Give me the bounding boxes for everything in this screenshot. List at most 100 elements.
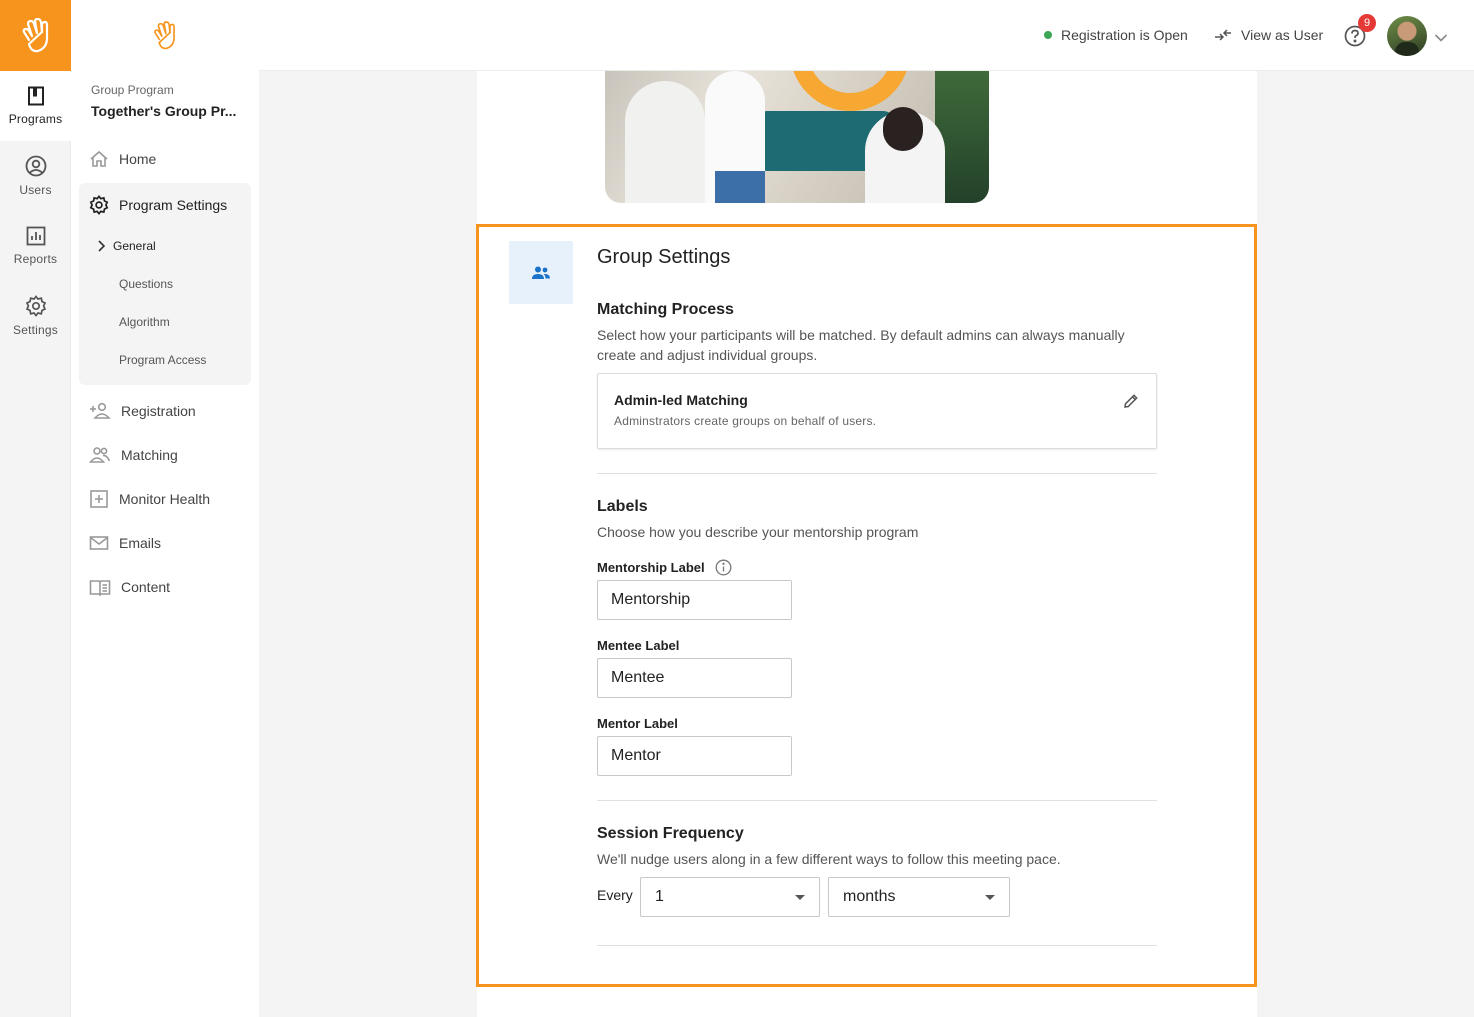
sidebar-item-label: Registration bbox=[121, 403, 196, 419]
labels-heading: Labels bbox=[597, 498, 648, 515]
mentor-label-title: Mentor Label bbox=[597, 716, 678, 731]
sidebar-subitem-label: Algorithm bbox=[119, 315, 170, 329]
account-menu-toggle[interactable] bbox=[1434, 30, 1448, 48]
sidebar-item-label: Emails bbox=[119, 535, 162, 551]
waving-hand-icon bbox=[22, 17, 48, 52]
program-type-caption: Group Program bbox=[91, 83, 174, 97]
user-circle-icon bbox=[25, 155, 46, 177]
rail-item-settings[interactable]: Settings bbox=[0, 281, 71, 351]
rail-item-reports[interactable]: Reports bbox=[0, 211, 71, 281]
bar-chart-icon bbox=[26, 226, 45, 246]
chevron-down-icon bbox=[1434, 34, 1448, 42]
waving-hand-icon bbox=[154, 20, 175, 49]
program-settings-group: Program Settings General Questions Algor… bbox=[79, 183, 251, 385]
sidebar-item-registration[interactable]: Registration bbox=[79, 389, 251, 433]
program-sidebar: Group Program Together's Group Pr... Hom… bbox=[71, 0, 259, 1017]
divider bbox=[597, 473, 1157, 474]
people-icon bbox=[532, 266, 550, 279]
group-settings-icon-tile bbox=[509, 241, 573, 304]
matching-option-card[interactable]: Admin-led Matching Adminstrators create … bbox=[597, 373, 1157, 449]
program-cover-image bbox=[605, 71, 989, 203]
sidebar-item-label: Matching bbox=[121, 447, 178, 463]
sidebar-item-label: Home bbox=[119, 151, 157, 167]
left-rail: Programs Users Reports Settings bbox=[0, 0, 71, 1017]
mentor-label-input[interactable] bbox=[597, 736, 792, 776]
view-as-user-button[interactable]: View as User bbox=[1214, 27, 1323, 43]
divider bbox=[597, 945, 1157, 946]
program-name: Together's Group Pr... bbox=[91, 103, 237, 119]
top-bar: Registration is Open View as User 9 bbox=[259, 0, 1474, 71]
gear-icon bbox=[89, 195, 109, 215]
section-title: Group Settings bbox=[597, 246, 731, 268]
sidebar-subitem-questions[interactable]: Questions bbox=[79, 265, 251, 303]
sidebar-item-program-settings[interactable]: Program Settings bbox=[79, 183, 251, 227]
pencil-icon bbox=[1124, 394, 1138, 408]
mail-icon bbox=[89, 536, 109, 550]
sidebar-logo bbox=[71, 0, 259, 71]
chevron-right-icon bbox=[98, 240, 105, 252]
registration-status-text: Registration is Open bbox=[1061, 27, 1188, 43]
sidebar-subitem-label: Questions bbox=[119, 277, 174, 291]
sidebar-item-monitor-health[interactable]: Monitor Health bbox=[79, 477, 251, 521]
sidebar-item-label: Program Settings bbox=[119, 197, 228, 213]
add-user-icon bbox=[90, 402, 111, 419]
mentee-label-input[interactable] bbox=[597, 658, 792, 698]
select-value: months bbox=[843, 888, 896, 905]
info-icon[interactable] bbox=[715, 559, 732, 576]
frequency-count-select[interactable]: 1 bbox=[640, 877, 820, 917]
sidebar-subitem-label: Program Access bbox=[119, 353, 207, 367]
select-value: 1 bbox=[655, 888, 664, 905]
sidebar-item-label: Content bbox=[121, 579, 171, 595]
people-icon bbox=[89, 447, 111, 463]
mentorship-label-input[interactable] bbox=[597, 580, 792, 620]
field-label-text: Mentorship Label bbox=[597, 560, 705, 575]
sidebar-subitem-algorithm[interactable]: Algorithm bbox=[79, 303, 251, 341]
matching-option-title: Admin-led Matching bbox=[614, 392, 748, 408]
gear-icon bbox=[25, 295, 46, 317]
registration-status: Registration is Open bbox=[1044, 27, 1188, 43]
avatar[interactable] bbox=[1387, 16, 1427, 56]
sidebar-item-content[interactable]: Content bbox=[79, 565, 251, 609]
home-icon bbox=[90, 150, 108, 167]
sidebar-nav: Home Program Settings General Questions … bbox=[79, 137, 251, 609]
mentee-label-title: Mentee Label bbox=[597, 638, 680, 653]
sidebar-item-matching[interactable]: Matching bbox=[79, 433, 251, 477]
rail-item-programs[interactable]: Programs bbox=[0, 71, 71, 141]
rail-label: Users bbox=[19, 183, 52, 197]
sidebar-item-home[interactable]: Home bbox=[79, 137, 251, 181]
cover-decor bbox=[883, 107, 923, 151]
cover-decor bbox=[715, 171, 765, 203]
rail-label: Programs bbox=[8, 112, 63, 126]
brand-logo[interactable] bbox=[0, 0, 71, 71]
matching-option-subtitle: Adminstrators create groups on behalf of… bbox=[614, 414, 877, 428]
notification-badge: 9 bbox=[1358, 14, 1376, 32]
matching-process-heading: Matching Process bbox=[597, 301, 734, 318]
caret-down-icon bbox=[985, 895, 995, 900]
cover-decor bbox=[625, 81, 705, 203]
every-label: Every bbox=[597, 887, 633, 903]
sidebar-subitem-program-access[interactable]: Program Access bbox=[79, 341, 251, 379]
rail-label: Reports bbox=[13, 252, 58, 266]
book-icon bbox=[27, 86, 44, 106]
rail-item-users[interactable]: Users bbox=[0, 141, 71, 211]
session-frequency-description: We'll nudge users along in a few differe… bbox=[597, 851, 1061, 867]
plus-square-icon bbox=[90, 490, 108, 508]
view-as-user-label: View as User bbox=[1241, 27, 1324, 43]
sidebar-item-label: Monitor Health bbox=[119, 491, 211, 507]
rail-label: Settings bbox=[13, 323, 58, 337]
sidebar-item-emails[interactable]: Emails bbox=[79, 521, 251, 565]
frequency-unit-select[interactable]: months bbox=[828, 877, 1010, 917]
swap-arrows-icon bbox=[1215, 29, 1231, 41]
status-dot-icon bbox=[1044, 31, 1052, 39]
sidebar-subitem-label: General bbox=[113, 239, 156, 253]
sidebar-subitem-general[interactable]: General bbox=[79, 227, 251, 265]
labels-description: Choose how you describe your mentorship … bbox=[597, 524, 919, 540]
mentorship-label-title: Mentorship Label bbox=[597, 559, 732, 576]
caret-down-icon bbox=[795, 895, 805, 900]
open-book-icon bbox=[89, 580, 111, 596]
edit-matching-button[interactable] bbox=[1120, 390, 1142, 412]
divider bbox=[597, 800, 1157, 801]
session-frequency-heading: Session Frequency bbox=[597, 825, 744, 842]
cover-decor bbox=[790, 71, 910, 111]
matching-process-description: Select how your participants will be mat… bbox=[597, 327, 1125, 363]
